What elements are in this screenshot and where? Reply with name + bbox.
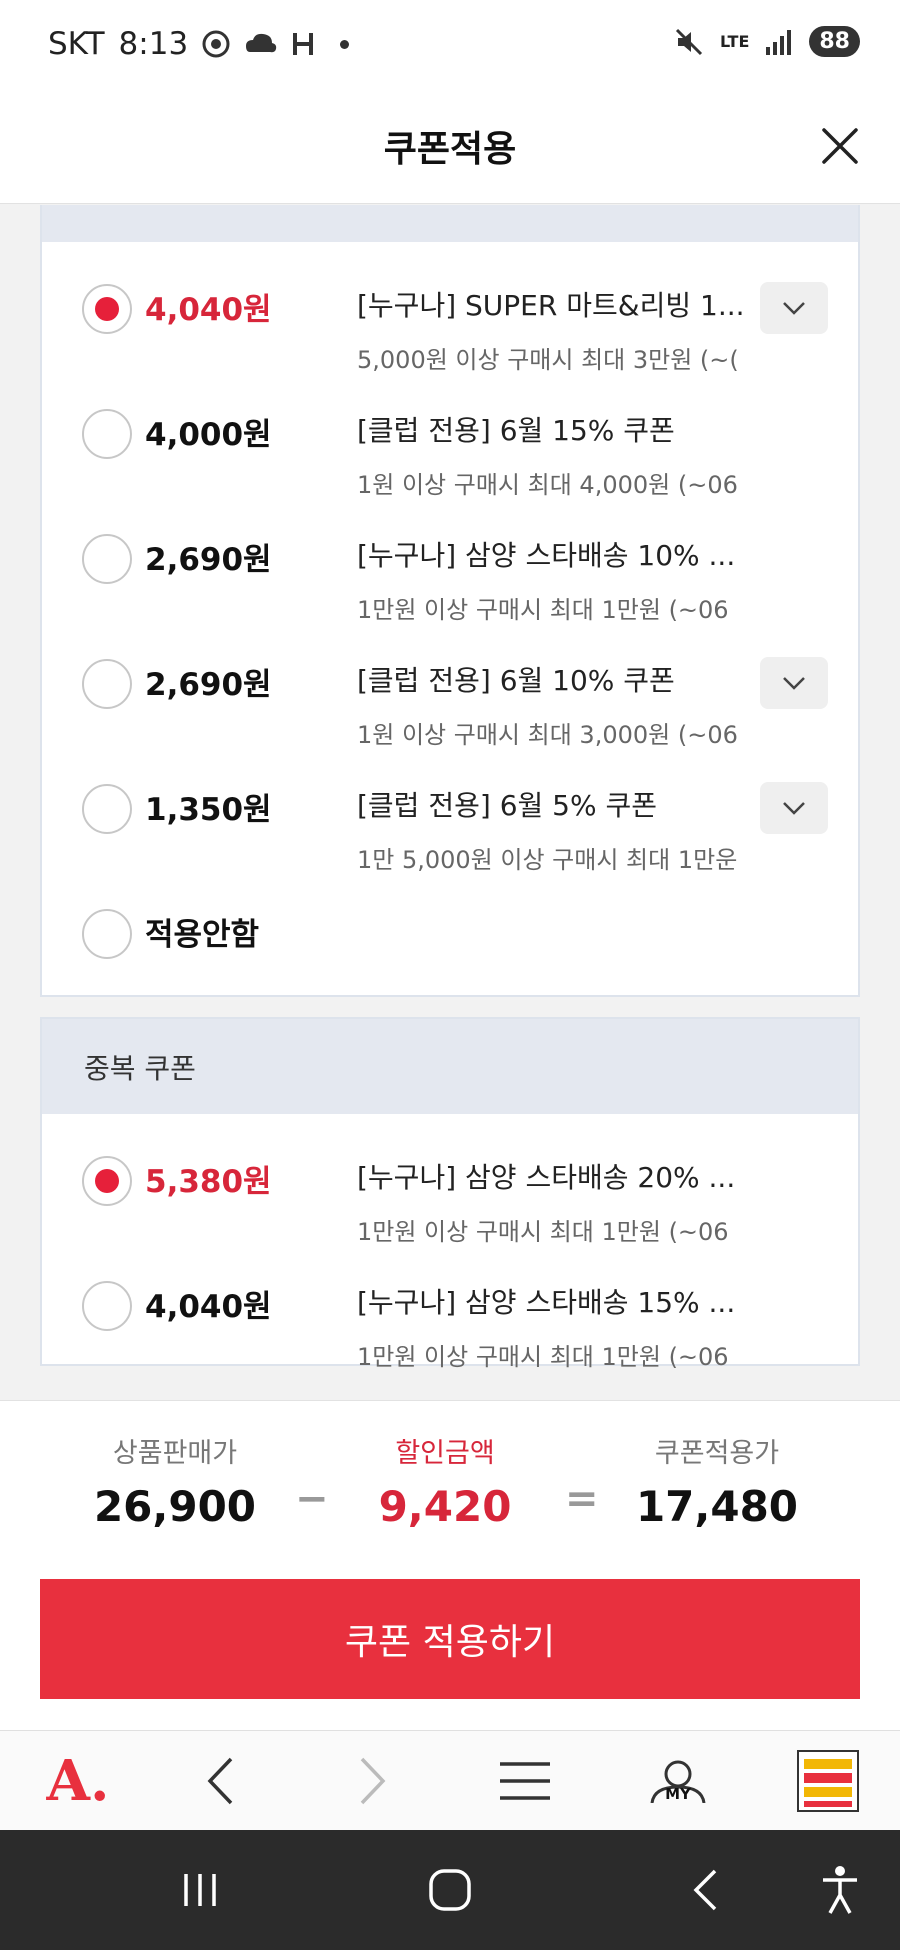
minus-sign: −	[295, 1476, 329, 1522]
back-arrow-icon	[693, 1869, 717, 1911]
chevron-down-icon	[783, 302, 805, 315]
coupon-radio[interactable]	[82, 1156, 132, 1206]
header: 쿠폰적용	[0, 92, 900, 204]
browser-toolbar: A. MY	[0, 1730, 900, 1830]
signal-icon	[766, 29, 792, 55]
price-summary: 상품판매가 26,900 − 할인금액 9,420 = 쿠폰적용가 17,480…	[0, 1400, 900, 1730]
coupon-title: [누구나] 삼양 스타배송 15% ...	[357, 1286, 736, 1319]
battery-level: 88	[809, 26, 860, 57]
coupon-option[interactable]: 5,380원 [누구나] 삼양 스타배송 20% ... 1만원 이상 구매시 …	[42, 1114, 858, 1246]
status-bar: SKT 8:13 LTE 88	[0, 0, 900, 92]
coupon-radio[interactable]	[82, 659, 132, 709]
equals-sign: =	[565, 1476, 599, 1522]
forward-button[interactable]	[348, 1751, 398, 1811]
page-title: 쿠폰적용	[383, 129, 517, 170]
recent-apps-button[interactable]	[175, 1860, 225, 1920]
coupon-amount: 2,690원	[145, 542, 272, 578]
coupon-radio[interactable]	[82, 409, 132, 459]
coupon-option[interactable]: 4,040원 [누구나] SUPER 마트&리빙 1... 5,000원 이상 …	[42, 242, 858, 374]
coupon-title: [클럽 전용] 6월 15% 쿠폰	[357, 414, 675, 447]
coupon-radio[interactable]	[82, 784, 132, 834]
coupon-title: [누구나] SUPER 마트&리빙 1...	[357, 289, 745, 322]
coupon-desc: 1만원 이상 구매시 최대 1만원 (~06	[357, 1343, 729, 1371]
duplicate-coupon-panel: 중복 쿠폰 5,380원 [누구나] 삼양 스타배송 20% ... 1만원 이…	[40, 1017, 860, 1371]
final-column: 쿠폰적용가 17,480	[617, 1431, 817, 1531]
coupon-title: [누구나] 삼양 스타배송 10% ...	[357, 539, 736, 572]
my-page-button[interactable]: MY	[645, 1751, 711, 1811]
camera-shutter-icon	[202, 30, 230, 58]
final-value: 17,480	[635, 1482, 799, 1531]
coupon-radio[interactable]	[82, 284, 132, 334]
chevron-down-icon	[783, 677, 805, 690]
status-left: SKT 8:13	[48, 26, 350, 62]
clock: 8:13	[118, 26, 189, 62]
coupon-list-area[interactable]: 4,040원 [누구나] SUPER 마트&리빙 1... 5,000원 이상 …	[0, 205, 900, 1400]
coupon-title: [클럽 전용] 6월 10% 쿠폰	[357, 664, 675, 697]
final-label: 쿠폰적용가	[654, 1438, 780, 1469]
expand-button[interactable]	[760, 657, 828, 709]
menu-icon	[500, 1762, 550, 1800]
coupon-title: [클럽 전용] 6월 5% 쿠폰	[357, 789, 658, 822]
price-label: 상품판매가	[112, 1438, 238, 1469]
coupon-option[interactable]: 1,350원 [클럽 전용] 6월 5% 쿠폰 1만 5,000원 이상 구매시…	[42, 742, 858, 874]
system-navigation-bar	[0, 1830, 900, 1950]
coupon-amount: 5,380원	[145, 1164, 272, 1200]
coupon-amount: 4,040원	[145, 1289, 272, 1325]
coupon-option[interactable]: 2,690원 [누구나] 삼양 스타배송 10% ... 1만원 이상 구매시 …	[42, 492, 858, 624]
accessibility-button[interactable]	[815, 1860, 865, 1920]
price-value: 26,900	[93, 1482, 257, 1531]
price-column: 상품판매가 26,900	[75, 1431, 275, 1531]
chevron-down-icon	[783, 802, 805, 815]
apply-coupon-button[interactable]: 쿠폰 적용하기	[40, 1579, 860, 1699]
coupon-amount: 4,040원	[145, 292, 272, 328]
expand-button[interactable]	[760, 282, 828, 334]
recent-apps-icon	[184, 1874, 216, 1906]
coupon-option[interactable]: 2,690원 [클럽 전용] 6월 10% 쿠폰 1원 이상 구매시 최대 3,…	[42, 617, 858, 749]
back-button[interactable]	[195, 1751, 245, 1811]
home-icon	[429, 1869, 471, 1911]
my-label: MY	[665, 1785, 691, 1803]
close-icon[interactable]	[820, 126, 860, 166]
coupon-radio[interactable]	[82, 534, 132, 584]
expand-button[interactable]	[760, 782, 828, 834]
status-right: LTE 88	[674, 26, 860, 57]
chevron-left-icon	[207, 1757, 233, 1805]
menu-button[interactable]	[495, 1751, 555, 1811]
coupon-panel-header	[42, 205, 858, 242]
coupon-option-none[interactable]: 적용안함	[42, 867, 858, 995]
coupon-option[interactable]: 4,040원 [누구나] 삼양 스타배송 15% ... 1만원 이상 구매시 …	[42, 1239, 858, 1371]
product-thumbnail-icon	[797, 1750, 859, 1812]
cloud-icon	[246, 33, 277, 53]
accessibility-icon	[823, 1866, 857, 1914]
mute-icon	[675, 28, 703, 55]
home-button[interactable]	[425, 1860, 475, 1920]
h-network-icon	[293, 33, 314, 55]
coupon-amount: 2,690원	[145, 667, 272, 703]
coupon-option[interactable]: 4,000원 [클럽 전용] 6월 15% 쿠폰 1원 이상 구매시 최대 4,…	[42, 367, 858, 499]
system-back-button[interactable]	[680, 1860, 730, 1920]
recent-product-thumbnail[interactable]	[795, 1750, 861, 1812]
notification-dot	[340, 39, 350, 49]
chevron-right-icon	[360, 1757, 386, 1805]
home-logo-button[interactable]: A.	[38, 1748, 118, 1814]
coupon-amount: 1,350원	[145, 792, 272, 828]
coupon-panel: 4,040원 [누구나] SUPER 마트&리빙 1... 5,000원 이상 …	[40, 205, 860, 997]
discount-label: 할인금액	[395, 1438, 495, 1469]
coupon-title: [누구나] 삼양 스타배송 20% ...	[357, 1161, 736, 1194]
coupon-amount: 4,000원	[145, 417, 272, 453]
coupon-radio[interactable]	[82, 1281, 132, 1331]
duplicate-coupon-header: 중복 쿠폰	[42, 1019, 858, 1114]
network-type: LTE	[719, 32, 750, 51]
carrier: SKT	[48, 26, 105, 62]
none-label: 적용안함	[145, 917, 260, 953]
discount-value: 9,420	[378, 1482, 512, 1531]
discount-column: 할인금액 9,420	[345, 1431, 545, 1531]
coupon-radio[interactable]	[82, 909, 132, 959]
